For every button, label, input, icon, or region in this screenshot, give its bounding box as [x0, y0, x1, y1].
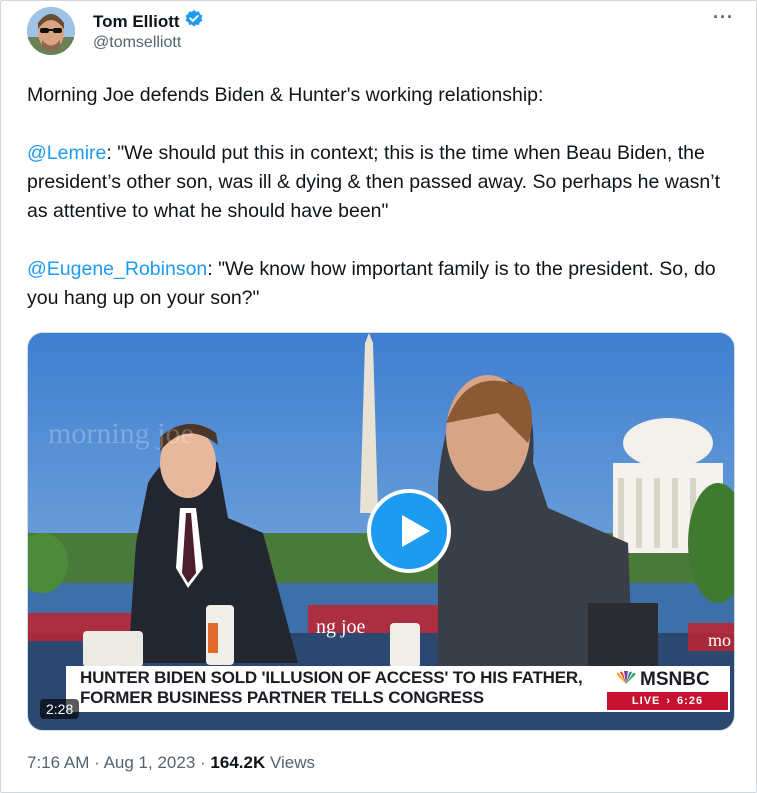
tweet-meta: 7:16 AM · Aug 1, 2023 · 164.2K Views — [27, 753, 315, 773]
chyron-line-1: HUNTER BIDEN SOLD 'ILLUSION OF ACCESS' T… — [80, 668, 583, 687]
mention-eugene-robinson[interactable]: @Eugene_Robinson — [27, 258, 207, 280]
views-label: Views — [269, 753, 316, 772]
author-name-row[interactable]: Tom Elliott — [93, 9, 204, 34]
tweet-quote-1: @Lemire: "We should put this in context;… — [27, 139, 737, 226]
tweet-text: Morning Joe defends Biden & Hunter's wor… — [27, 81, 737, 313]
meta-separator-2: · — [200, 753, 206, 772]
network-name: MSNBC — [640, 669, 710, 690]
more-options-icon[interactable]: ··· — [713, 7, 734, 28]
tweet-date[interactable]: Aug 1, 2023 — [104, 753, 196, 772]
author-handle[interactable]: @tomselliott — [93, 34, 181, 52]
video-player[interactable]: morning joe ng joe mo HUNTER BIDEN SOLD … — [27, 332, 735, 731]
live-time: 6:26 — [677, 695, 704, 707]
news-chyron: HUNTER BIDEN SOLD 'ILLUSION OF ACCESS' T… — [66, 666, 730, 712]
video-duration: 2:28 — [40, 699, 80, 719]
chyron-line-2: FORMER BUSINESS PARTNER TELLS CONGRESS — [80, 688, 484, 707]
live-badge: LIVE › 6:26 — [607, 692, 728, 710]
tweet-time[interactable]: 7:16 AM — [27, 753, 89, 772]
chyron-headline: HUNTER BIDEN SOLD 'ILLUSION OF ACCESS' T… — [66, 666, 605, 712]
quote-1-text: : "We should put this in context; this i… — [27, 142, 721, 222]
avatar[interactable] — [27, 7, 75, 55]
network-bug: MSNBC LIVE › 6:26 — [605, 666, 730, 712]
msnbc-logo: MSNBC — [615, 669, 710, 691]
live-label: LIVE — [631, 695, 661, 707]
verified-badge-icon — [184, 9, 204, 34]
chevron-right-icon: › — [666, 695, 672, 707]
mention-lemire[interactable]: @Lemire — [27, 142, 106, 164]
peacock-icon — [615, 669, 637, 691]
views-count: 164.2K — [210, 753, 266, 772]
bg-logo-text: morning joe — [48, 417, 194, 450]
tweet-line-intro: Morning Joe defends Biden & Hunter's wor… — [27, 84, 544, 106]
desk-logo-text-right: mo — [708, 630, 731, 650]
play-button[interactable] — [367, 489, 451, 573]
tweet-card: Tom Elliott @tomselliott ··· Morning Joe… — [0, 0, 757, 793]
tweet-quote-2: @Eugene_Robinson: "We know how important… — [27, 255, 737, 313]
meta-separator: · — [94, 753, 100, 772]
desk-logo-text: ng joe — [316, 616, 366, 638]
author-name[interactable]: Tom Elliott — [93, 12, 180, 32]
